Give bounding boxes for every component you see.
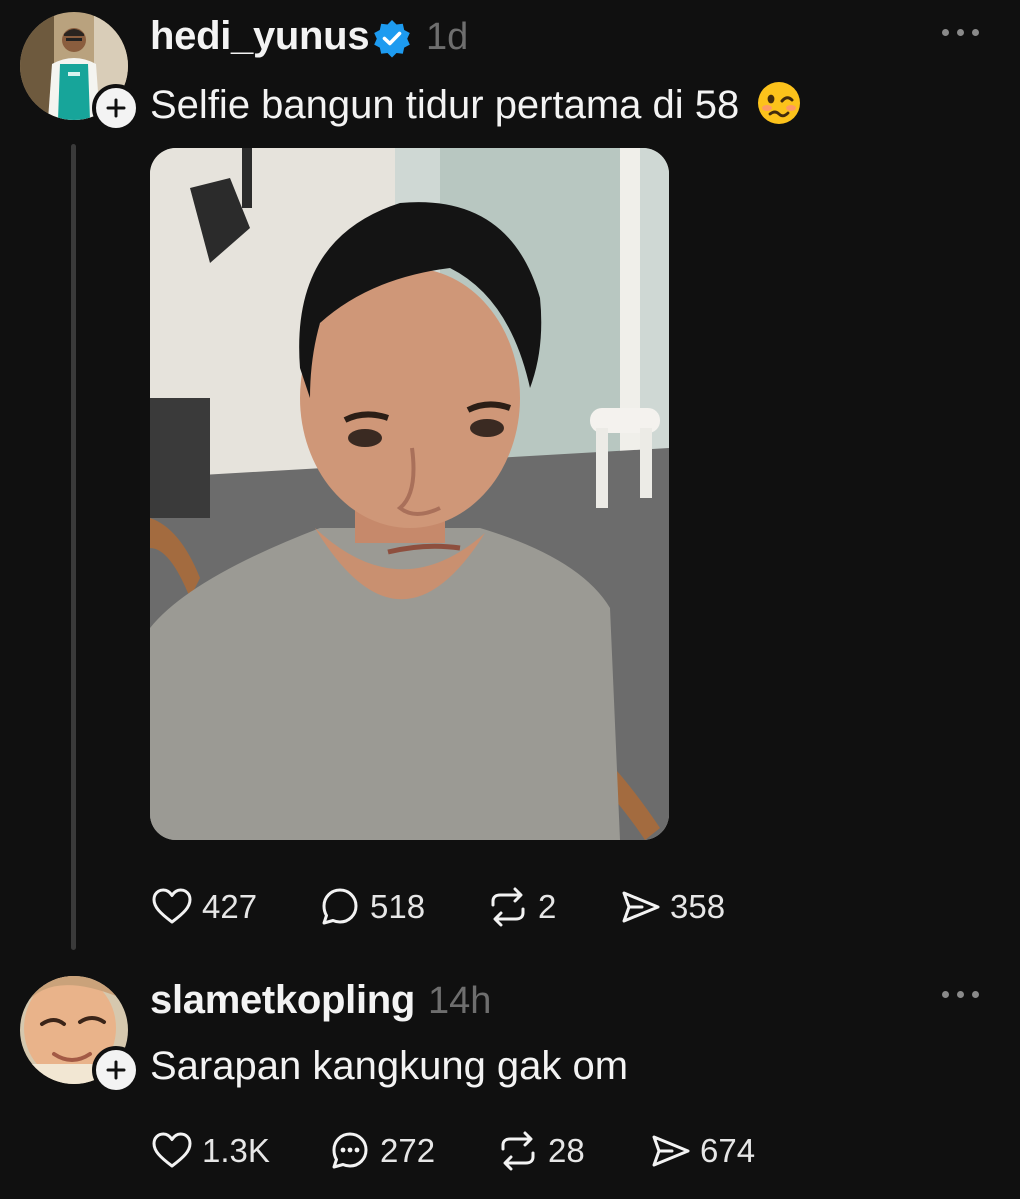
post-text: Sarapan kangkung gak om	[150, 1044, 629, 1088]
follow-button[interactable]	[92, 84, 140, 132]
more-options-icon[interactable]	[942, 988, 982, 1002]
reply-button[interactable]: 272	[328, 1126, 435, 1176]
repost-icon	[491, 887, 525, 927]
repost-button[interactable]: 28	[496, 1126, 585, 1176]
username[interactable]: slametkopling	[150, 978, 415, 1023]
share-button[interactable]: 674	[648, 1126, 755, 1176]
like-count: 427	[202, 888, 258, 925]
comment-icon	[332, 1132, 368, 1169]
post-time: 1d	[426, 16, 469, 58]
plus-icon	[106, 1060, 126, 1080]
woozy-face-icon	[758, 82, 801, 124]
verified-badge-icon	[374, 20, 410, 58]
main-post: hedi_yunus 1d Selfie bangun tidur pertam…	[0, 0, 1020, 960]
heart-icon	[152, 1132, 192, 1168]
share-count: 358	[670, 888, 726, 925]
post-text: Selfie bangun tidur pertama di 58	[150, 80, 802, 128]
share-count: 674	[700, 1132, 756, 1169]
comment-icon	[322, 888, 358, 925]
reply-button[interactable]: 518	[318, 882, 425, 932]
like-button[interactable]: 1.3K	[150, 1126, 270, 1176]
repost-button[interactable]: 2	[486, 882, 556, 932]
plus-icon	[106, 98, 126, 118]
thread-line	[71, 144, 76, 950]
more-options-icon[interactable]	[942, 26, 982, 40]
share-button[interactable]: 358	[618, 882, 725, 932]
like-button[interactable]: 427	[150, 882, 257, 932]
share-icon	[622, 891, 660, 923]
repost-icon	[501, 1131, 535, 1171]
repost-count: 28	[548, 1132, 585, 1169]
share-icon	[652, 1135, 690, 1167]
like-count: 1.3K	[202, 1132, 270, 1169]
reply-count: 518	[370, 888, 426, 925]
repost-count: 2	[538, 888, 557, 925]
post-photo[interactable]	[150, 148, 669, 840]
follow-button[interactable]	[92, 1046, 140, 1094]
username[interactable]: hedi_yunus	[150, 14, 370, 59]
reply-post: slametkopling 14h Sarapan kangkung gak o…	[0, 960, 1020, 1199]
heart-icon	[152, 888, 192, 924]
post-time: 14h	[428, 980, 492, 1022]
reply-count: 272	[380, 1132, 436, 1169]
